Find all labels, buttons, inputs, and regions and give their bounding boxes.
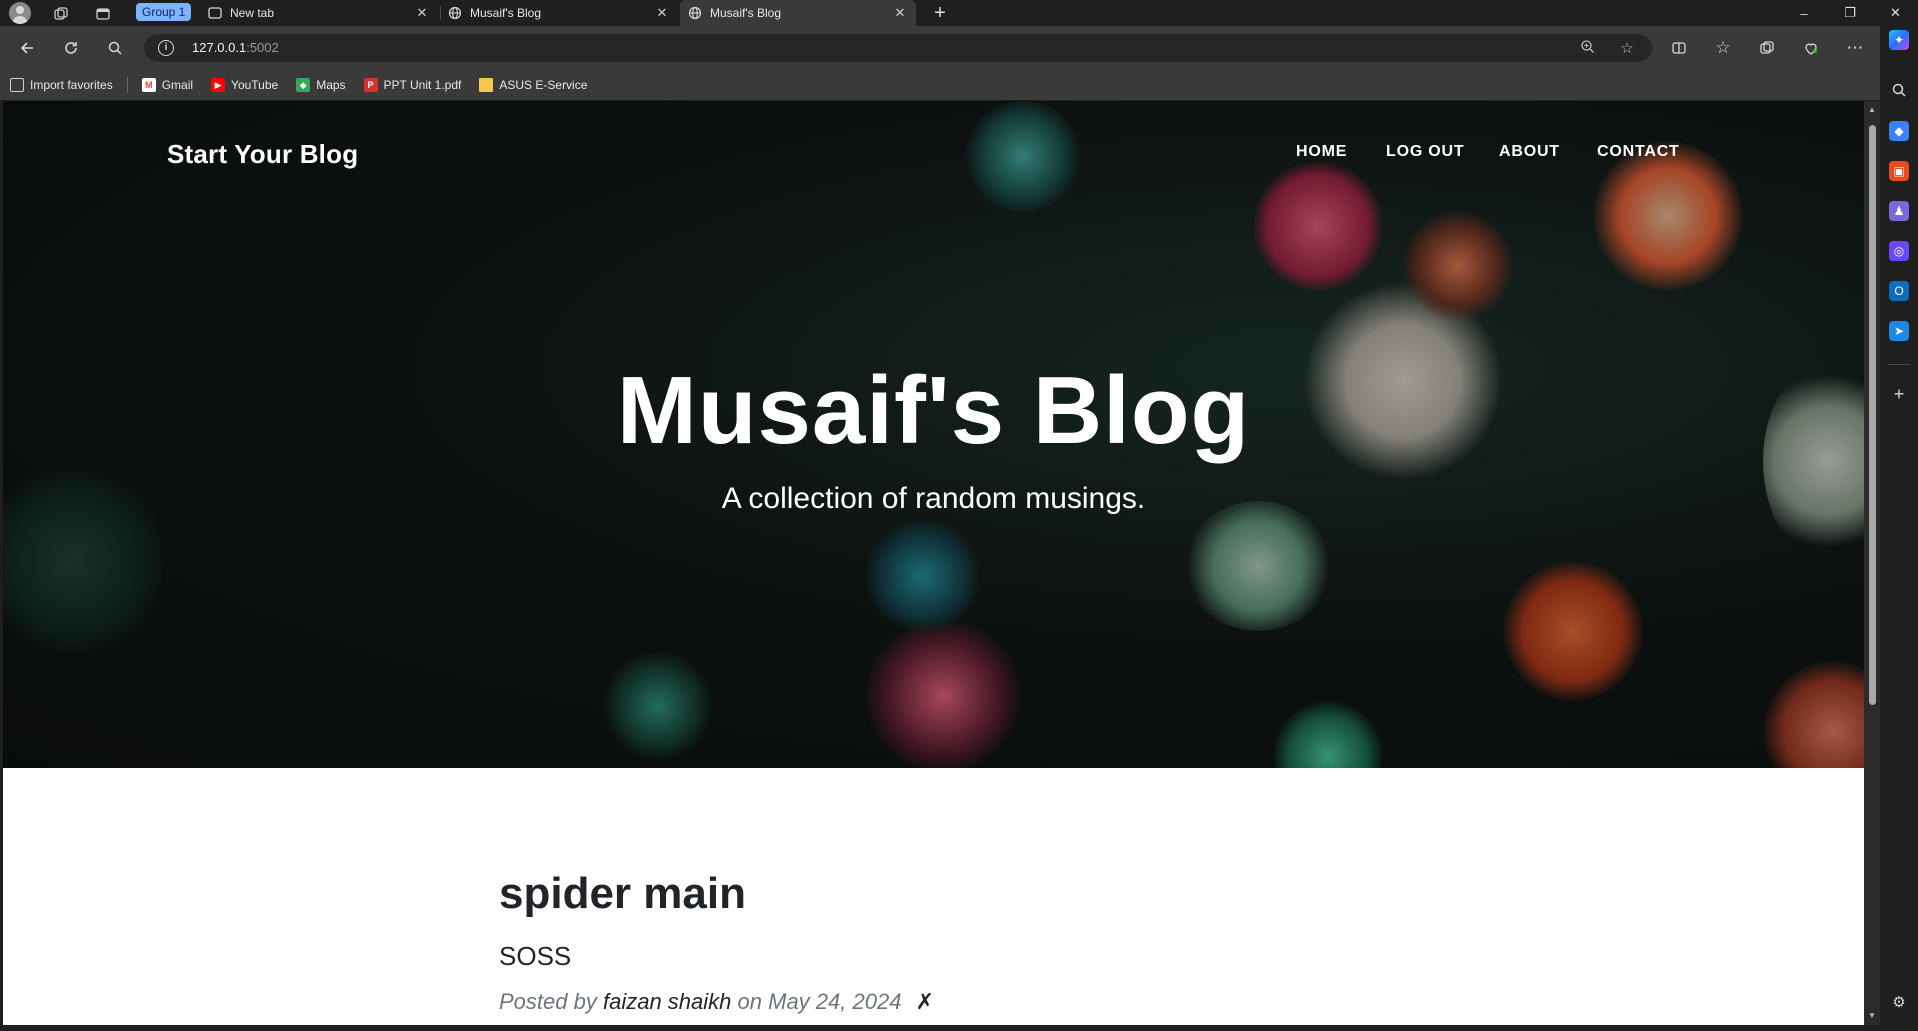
- search-icon[interactable]: [104, 37, 126, 59]
- tab-label: New tab: [230, 6, 275, 20]
- back-icon[interactable]: [16, 37, 38, 59]
- shopping-tag-icon[interactable]: ◆: [1889, 121, 1909, 141]
- add-sidebar-app-icon[interactable]: +: [1889, 384, 1909, 404]
- tab-group-chip[interactable]: Group 1: [136, 3, 192, 21]
- nav-log-out[interactable]: LOG OUT: [1386, 143, 1464, 161]
- delete-post-button[interactable]: ✗: [916, 989, 934, 1014]
- workspaces-icon[interactable]: [50, 3, 72, 25]
- address-bar[interactable]: i 127.0.0.1:5002 ☆: [144, 34, 1652, 62]
- search-icon[interactable]: [1889, 80, 1909, 100]
- address-toolbar: i 127.0.0.1:5002 ☆ ☆ ⋯: [0, 26, 1880, 70]
- pdf-icon: P: [363, 78, 378, 92]
- favorite-star-icon[interactable]: ☆: [1618, 39, 1636, 57]
- browser-essentials-icon[interactable]: [1800, 37, 1822, 59]
- more-menu-icon[interactable]: ⋯: [1844, 37, 1866, 59]
- globe-icon: [448, 6, 462, 20]
- hero-header: Start Your Blog HOME LOG OUT ABOUT CONTA…: [3, 101, 1864, 768]
- post-title-link[interactable]: spider main: [499, 869, 746, 919]
- post-date: May 24, 2024: [768, 989, 902, 1014]
- gmail-icon: M: [141, 78, 156, 92]
- close-tab-icon[interactable]: ✕: [892, 5, 908, 21]
- split-screen-icon[interactable]: [1668, 37, 1690, 59]
- tab-separator: [440, 6, 441, 20]
- favorite-gmail[interactable]: M Gmail: [141, 78, 193, 92]
- favorites-icon[interactable]: ☆: [1712, 37, 1734, 59]
- restore-button[interactable]: ❐: [1827, 0, 1873, 26]
- sidebar-settings-icon[interactable]: ⚙: [1889, 992, 1909, 1012]
- scroll-down-icon[interactable]: ▼: [1867, 1011, 1877, 1021]
- tools-icon[interactable]: ▣: [1889, 161, 1909, 181]
- post-meta: Posted by faizan shaikh on May 24, 2024 …: [499, 989, 934, 1015]
- maps-icon: ◆: [296, 78, 311, 92]
- post-author[interactable]: faizan shaikh: [603, 989, 731, 1014]
- favorite-maps[interactable]: ◆ Maps: [296, 78, 346, 92]
- close-tab-icon[interactable]: ✕: [654, 5, 670, 21]
- favorite-import-favorites[interactable]: Import favorites: [10, 78, 113, 92]
- nav-home[interactable]: HOME: [1296, 143, 1347, 161]
- scrollbar-thumb[interactable]: [1869, 125, 1876, 705]
- outlook-icon[interactable]: O: [1889, 281, 1909, 301]
- tab-new-tab[interactable]: New tab ✕: [208, 0, 438, 26]
- edge-sidebar: ✦ ◆ ▣ ♟ ◎ O ➤ + ⚙: [1880, 26, 1918, 1031]
- favorites-bar: Import favorites M Gmail ▶ YouTube ◆ Map…: [0, 70, 1880, 100]
- favorite-ppt-unit-1-pdf[interactable]: P PPT Unit 1.pdf: [363, 78, 461, 92]
- page-title: Musaif's Blog: [616, 357, 1251, 464]
- site-brand-link[interactable]: Start Your Blog: [167, 139, 358, 170]
- close-tab-icon[interactable]: ✕: [414, 5, 430, 21]
- favorite-youtube[interactable]: ▶ YouTube: [211, 78, 278, 92]
- send-icon[interactable]: ➤: [1889, 321, 1909, 341]
- import-icon: [10, 78, 24, 92]
- url-text[interactable]: 127.0.0.1:5002: [192, 40, 279, 55]
- page-subtitle: A collection of random musings.: [721, 482, 1146, 515]
- post-meta-on: on: [737, 989, 762, 1014]
- vertical-tabs-icon[interactable]: [92, 3, 114, 25]
- folder-icon: [479, 78, 494, 92]
- new-tab-button[interactable]: +: [929, 2, 951, 24]
- favorite-asus-e-service[interactable]: ASUS E-Service: [479, 78, 587, 92]
- post-subtitle: SOSS: [499, 941, 572, 971]
- page-scrollbar[interactable]: ▲ ▼: [1864, 101, 1880, 1025]
- profile-avatar-icon[interactable]: [9, 2, 31, 24]
- scroll-up-icon[interactable]: ▲: [1867, 105, 1877, 115]
- sidebar-divider: [1888, 364, 1910, 365]
- favorites-divider: [126, 77, 128, 93]
- tab-label: Musaif's Blog: [710, 6, 781, 20]
- site-info-icon[interactable]: i: [158, 40, 174, 56]
- tab-label: Musaif's Blog: [470, 6, 541, 20]
- tab-strip: Group 1 New tab ✕ Musaif's Blog ✕ Musaif…: [0, 0, 1918, 26]
- games-icon[interactable]: ♟: [1889, 201, 1909, 221]
- page-viewport: Start Your Blog HOME LOG OUT ABOUT CONTA…: [3, 101, 1864, 1025]
- nav-contact[interactable]: CONTACT: [1597, 143, 1680, 161]
- window-bottom-edge: [0, 1025, 1880, 1031]
- collections-icon[interactable]: [1756, 37, 1778, 59]
- globe-icon: [688, 6, 702, 20]
- youtube-icon: ▶: [211, 78, 226, 92]
- refresh-icon[interactable]: [60, 37, 82, 59]
- post-meta-prefix: Posted by: [499, 989, 597, 1014]
- tab-musaifs-blog-active[interactable]: Musaif's Blog ✕: [680, 0, 916, 26]
- close-window-button[interactable]: ✕: [1873, 0, 1918, 26]
- copilot-icon[interactable]: ✦: [1889, 30, 1909, 50]
- nav-about[interactable]: ABOUT: [1499, 143, 1560, 161]
- zoom-icon[interactable]: [1578, 39, 1596, 58]
- minimize-button[interactable]: –: [1781, 0, 1827, 26]
- microsoft-365-icon[interactable]: ◎: [1889, 241, 1909, 261]
- new-tab-icon: [208, 6, 222, 20]
- tab-musaifs-blog[interactable]: Musaif's Blog ✕: [448, 0, 678, 26]
